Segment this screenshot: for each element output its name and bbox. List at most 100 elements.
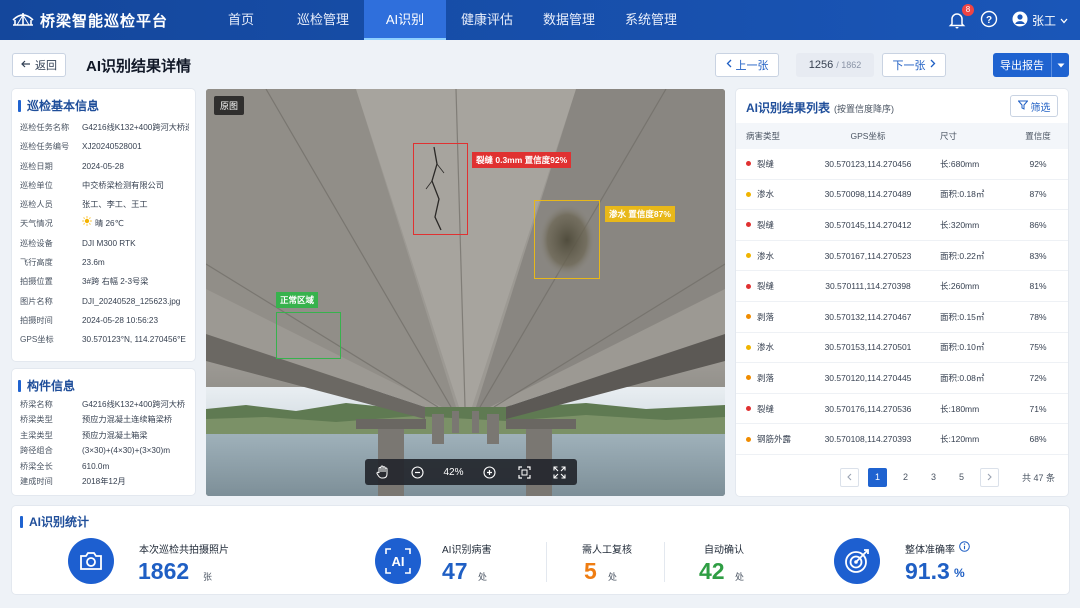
back-label: 返回 — [35, 60, 57, 72]
result-confidence: 72% — [1029, 372, 1047, 383]
component-info-row: 跨径组合 (3×30)+(4×30)+(3×30)m — [18, 443, 189, 458]
result-type-label: 裂缝 — [757, 158, 775, 169]
result-size: 面积:0.08㎡ — [940, 372, 985, 383]
severity-dot — [746, 436, 751, 442]
component-info-key: 桥梁类型 — [20, 415, 53, 425]
export-report-button[interactable]: 导出报告 — [993, 53, 1069, 77]
prev-image-button[interactable]: 上一张 — [715, 53, 779, 77]
inspection-info-value: 晴 26℃ — [95, 219, 124, 229]
result-row[interactable]: 裂缝 30.570123,114.270456 长:680mm 92% — [736, 149, 1068, 180]
current-index: 1256 — [808, 59, 834, 71]
result-row[interactable]: 钢筋外露 30.570108,114.270393 长:120mm 68% — [736, 424, 1068, 455]
crack-detection-box[interactable] — [413, 143, 468, 235]
result-row[interactable]: 渗水 30.570153,114.270501 面积:0.10㎡ 75% — [736, 333, 1068, 364]
user-menu[interactable]: 张工 — [1012, 11, 1068, 30]
col-header-gps: GPS坐标 — [850, 131, 886, 141]
inspection-info-key: 飞行高度 — [20, 258, 53, 268]
result-type: 裂缝 — [736, 280, 806, 292]
inspection-info-row: 巡检设备 DJI M300 RTK — [18, 234, 189, 253]
app-brand[interactable]: 桥梁智能巡检平台 — [0, 10, 200, 31]
nav-item-inspection[interactable]: 巡检管理 — [282, 0, 364, 40]
filter-button[interactable]: 筛选 — [1010, 95, 1058, 117]
page-prev-button[interactable] — [840, 467, 859, 487]
page-2-button[interactable]: 2 — [896, 468, 915, 487]
seepage-detection-box[interactable] — [534, 200, 600, 279]
result-row[interactable]: 裂缝 30.570145,114.270412 长:320mm 86% — [736, 210, 1068, 241]
result-type: 渗水 — [736, 188, 806, 200]
seepage-detection-label: 渗水 置信度87% — [605, 206, 675, 222]
photos-value: 1862 — [138, 558, 190, 584]
result-gps: 30.570120,114.270445 — [824, 372, 912, 383]
filter-label: 筛选 — [1030, 102, 1051, 114]
result-type: 裂缝 — [736, 158, 806, 170]
next-image-button[interactable]: 下一张 — [882, 53, 946, 77]
result-confidence: 81% — [1029, 281, 1047, 292]
result-row[interactable]: 剥落 30.570120,114.270445 面积:0.08㎡ 72% — [736, 363, 1068, 394]
result-gps: 30.570123,114.270456 — [824, 158, 912, 169]
inspection-info-key: 巡检日期 — [20, 161, 53, 171]
inspection-info-row: 图片名称 DJI_20240528_125623.jpg — [18, 292, 189, 311]
result-row[interactable]: 裂缝 30.570111,114.270398 长:260mm 81% — [736, 271, 1068, 302]
result-size: 面积:0.15㎡ — [940, 311, 985, 322]
result-type-label: 渗水 — [757, 342, 775, 353]
info-icon[interactable] — [959, 541, 970, 555]
result-confidence: 75% — [1029, 342, 1047, 353]
pan-hand-icon[interactable] — [373, 463, 391, 481]
inspection-info-row: 巡检日期 2024-05-28 — [18, 157, 189, 176]
nav-item-system[interactable]: 系统管理 — [610, 0, 692, 40]
inspection-info-row: 拍摄时间 2024-05-28 10:56:23 — [18, 311, 189, 330]
image-toolbar: 42% — [365, 459, 577, 485]
inspection-info-key: 拍摄位置 — [20, 277, 53, 287]
severity-dot — [746, 344, 751, 350]
inspection-info-key: 拍摄时间 — [20, 315, 53, 325]
component-info-row: 桥梁全长 610.0m — [18, 459, 189, 474]
component-info-value: 预应力混凝土连续箱梁桥 — [82, 415, 173, 425]
nav-item-health[interactable]: 健康评估 — [446, 0, 528, 40]
result-type: 钢筋外露 — [736, 433, 806, 445]
zoom-in-icon[interactable] — [480, 463, 498, 481]
inspection-info-key: 巡检人员 — [20, 200, 53, 210]
severity-dot — [746, 283, 751, 289]
accuracy-value: 91.3 — [905, 558, 950, 584]
notification-bell-icon[interactable]: 8 — [948, 4, 974, 29]
nav-item-ai[interactable]: AI识别 — [364, 0, 446, 40]
severity-dot — [746, 406, 751, 412]
result-type: 渗水 — [736, 341, 806, 353]
normal-area-box[interactable] — [276, 312, 341, 359]
ai-chip-icon: AI — [375, 538, 421, 584]
page-5-button[interactable]: 5 — [952, 468, 971, 487]
chevron-left-icon — [726, 59, 732, 71]
result-type-label: 渗水 — [757, 250, 775, 261]
page-1-button[interactable]: 1 — [868, 467, 887, 487]
nav-item-home[interactable]: 首页 — [200, 0, 282, 40]
nav-item-data[interactable]: 数据管理 — [528, 0, 610, 40]
page-3-button[interactable]: 3 — [924, 468, 943, 487]
severity-dot — [746, 191, 751, 197]
result-gps: 30.570111,114.270398 — [825, 281, 911, 292]
component-info-key: 跨径组合 — [20, 446, 53, 456]
inspection-info-value: 中交桥梁检测有限公司 — [82, 180, 164, 190]
inspection-info-key: 巡检设备 — [20, 238, 53, 248]
result-row[interactable]: 渗水 30.570098,114.270489 面积:0.18㎡ 87% — [736, 180, 1068, 211]
help-icon[interactable]: ? — [980, 10, 998, 31]
result-row[interactable]: 裂缝 30.570176,114.270536 长:180mm 71% — [736, 394, 1068, 425]
zoom-out-icon[interactable] — [408, 463, 426, 481]
app-name: 桥梁智能巡检平台 — [40, 12, 169, 30]
crack-detection-label: 裂缝 0.3mm 置信度92% — [472, 152, 572, 168]
result-row[interactable]: 剥落 30.570132,114.270467 面积:0.15㎡ 78% — [736, 302, 1068, 333]
inspection-info-value: G4216线K132+400跨河大桥巡检 — [82, 123, 189, 132]
back-button[interactable]: 返回 — [12, 53, 66, 77]
severity-dot — [746, 314, 751, 320]
export-dropdown-icon[interactable] — [1051, 53, 1069, 77]
result-size: 长:680mm — [940, 158, 980, 169]
image-viewer[interactable]: 原图 裂缝 0.3mm 置信度92% 渗水 置信度87% 正常区域 42% — [206, 89, 725, 496]
photos-unit: 张 — [203, 572, 213, 582]
component-info-row: 桥梁类型 预应力混凝土连续箱梁桥 — [18, 412, 189, 427]
severity-dot — [746, 253, 751, 259]
results-table-header: 病害类型 GPS坐标 尺寸 置信度 — [736, 123, 1068, 149]
result-row[interactable]: 渗水 30.570167,114.270523 面积:0.22㎡ 83% — [736, 241, 1068, 272]
page-next-button[interactable] — [980, 467, 999, 487]
inspection-info-value: DJI M300 RTK — [82, 238, 136, 248]
fit-screen-icon[interactable] — [515, 463, 533, 481]
fullscreen-icon[interactable] — [550, 463, 568, 481]
